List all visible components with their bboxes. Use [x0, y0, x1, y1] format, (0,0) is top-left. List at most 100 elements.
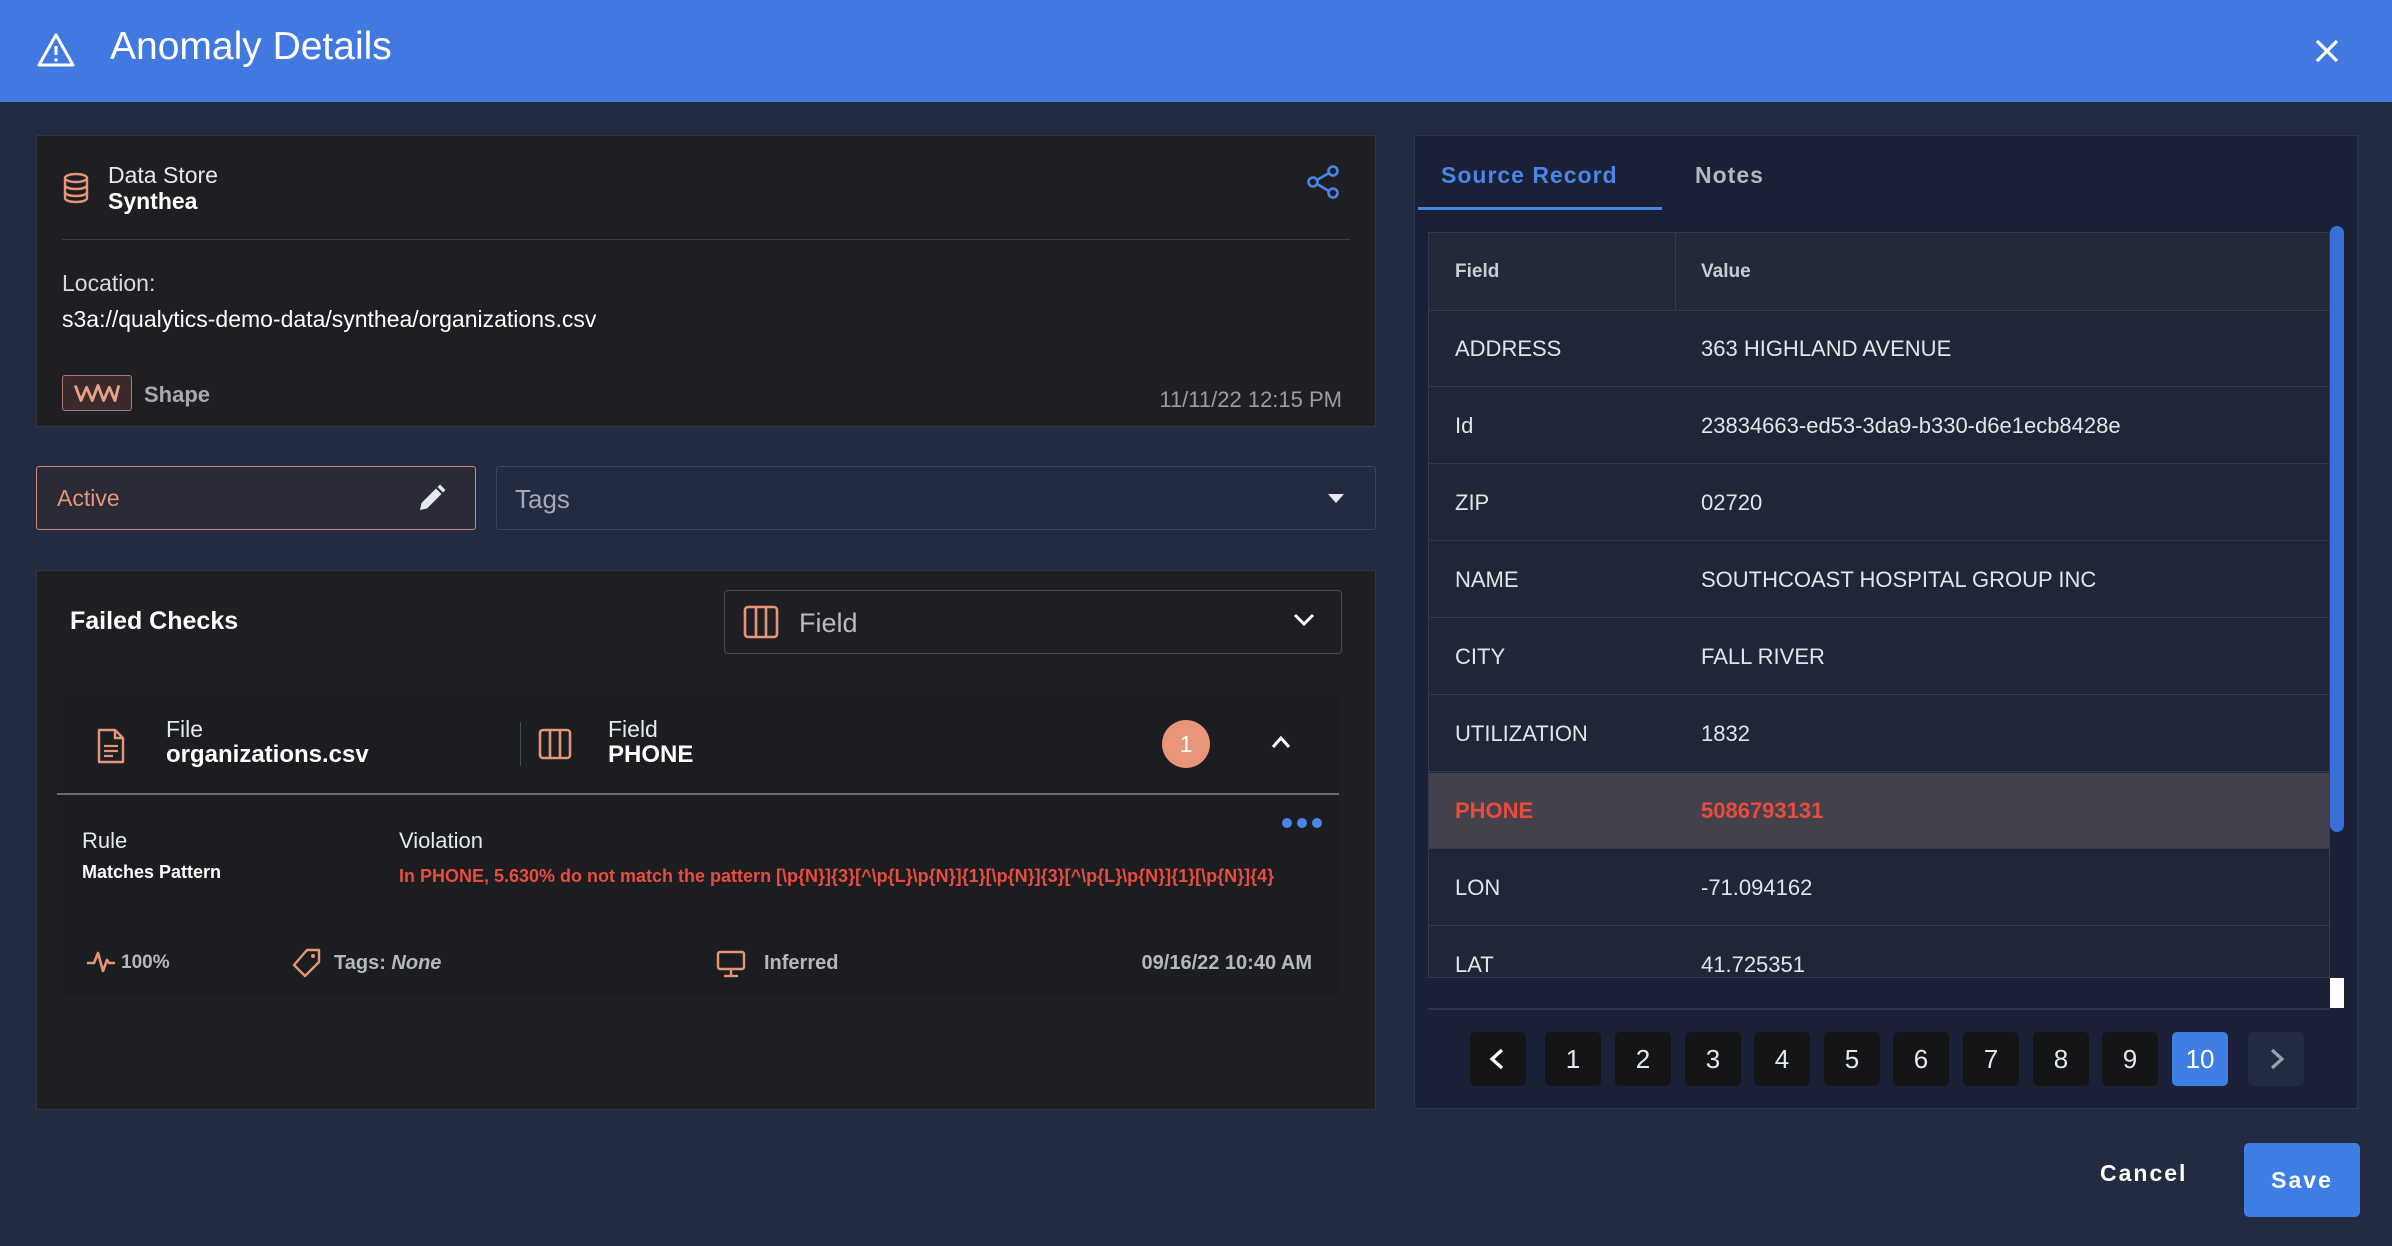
cell-field: UTILIZATION — [1455, 721, 1588, 746]
group-by-value: Field — [799, 608, 858, 638]
tag-icon — [292, 948, 321, 978]
file-label: File — [166, 716, 204, 742]
caret-down-icon — [1328, 494, 1344, 503]
field-value: PHONE — [608, 741, 694, 768]
table-row: UTILIZATION 1832 — [1429, 696, 2329, 772]
cell-value: -71.094162 — [1701, 875, 1813, 900]
tags-select[interactable]: Tags — [496, 466, 1376, 530]
horizontal-scrollbar-track[interactable] — [1428, 1008, 2330, 1010]
card-header-separator — [520, 722, 521, 766]
page-button-8[interactable]: 8 — [2033, 1032, 2089, 1086]
cell-value: 1832 — [1701, 721, 1750, 746]
close-icon[interactable] — [2310, 34, 2344, 68]
group-by-select[interactable]: Field — [724, 590, 1342, 654]
tab-source-record[interactable]: Source Record — [1441, 162, 1618, 189]
cell-field: ADDRESS — [1455, 336, 1562, 361]
check-tags: Tags: None — [334, 952, 441, 975]
database-icon — [63, 172, 89, 204]
page-button-1[interactable]: 1 — [1545, 1032, 1601, 1086]
monitor-icon — [716, 950, 746, 978]
page-button-6[interactable]: 6 — [1893, 1032, 1949, 1086]
cell-field: CITY — [1455, 644, 1506, 669]
pulse-icon — [87, 951, 115, 973]
cell-value: 41.725351 — [1701, 952, 1805, 977]
pencil-icon[interactable] — [415, 483, 447, 515]
coverage-value: 100% — [121, 952, 170, 973]
chevron-right-icon — [2270, 1048, 2285, 1070]
shape-icon — [62, 375, 132, 411]
columns-icon — [743, 605, 779, 639]
page-button-3[interactable]: 3 — [1685, 1032, 1741, 1086]
datastore-name: Synthea — [108, 188, 198, 214]
check-source: Inferred — [764, 952, 839, 974]
violation-label: Violation — [399, 828, 483, 853]
page-button-4[interactable]: 4 — [1754, 1032, 1810, 1086]
datastore-divider — [62, 239, 1350, 240]
previous-page-button[interactable] — [1470, 1032, 1526, 1086]
more-options-icon[interactable] — [1280, 816, 1324, 830]
warning-icon — [37, 33, 75, 67]
cell-value: 23834663-ed53-3da9-b330-d6e1ecb8428e — [1701, 413, 2121, 438]
field-label: Field — [608, 716, 658, 742]
column-divider — [1675, 233, 1676, 311]
page-button-9[interactable]: 9 — [2102, 1032, 2158, 1086]
cell-field: NAME — [1455, 567, 1519, 592]
cell-field: LON — [1455, 875, 1501, 900]
table-row: ZIP 02720 — [1429, 465, 2329, 541]
cell-value: 363 HIGHLAND AVENUE — [1701, 336, 1952, 361]
rule-label: Rule — [82, 828, 128, 853]
cell-field: ZIP — [1455, 490, 1490, 515]
table-row: NAME SOUTHCOAST HOSPITAL GROUP INC — [1429, 542, 2329, 618]
active-tab-indicator — [1418, 207, 1662, 210]
location-label: Location: — [62, 270, 156, 296]
cell-value: 02720 — [1701, 490, 1763, 515]
save-button[interactable]: Save — [2244, 1143, 2360, 1217]
count-badge: 1 — [1162, 720, 1210, 768]
dialog-header: Anomaly Details — [0, 0, 2392, 102]
violation-value: In PHONE, 5.630% do not match the patter… — [399, 866, 1275, 886]
chevron-down-icon — [1293, 613, 1315, 627]
check-timestamp: 09/16/22 10:40 AM — [1141, 952, 1312, 974]
table-row: Id 23834663-ed53-3da9-b330-d6e1ecb8428e — [1429, 388, 2329, 464]
datastore-label: Data Store — [108, 162, 218, 188]
page-button-5[interactable]: 5 — [1824, 1032, 1880, 1086]
datastore-panel — [36, 135, 1376, 427]
shape-label: Shape — [144, 382, 211, 407]
cell-value: 5086793131 — [1701, 798, 1824, 823]
file-icon — [97, 728, 125, 764]
cell-value: SOUTHCOAST HOSPITAL GROUP INC — [1701, 567, 2097, 592]
next-page-button[interactable] — [2248, 1032, 2304, 1086]
page-button-2[interactable]: 2 — [1615, 1032, 1671, 1086]
horizontal-scrollbar-thumb[interactable] — [2330, 978, 2344, 1008]
vertical-scrollbar[interactable] — [2330, 226, 2344, 832]
status-field[interactable]: Active — [36, 466, 476, 530]
page-button-7[interactable]: 7 — [1963, 1032, 2019, 1086]
file-value: organizations.csv — [166, 741, 369, 768]
cell-field: Id — [1455, 413, 1474, 438]
check-tags-label: Tags: — [334, 952, 386, 974]
column-header-field: Field — [1455, 261, 1500, 282]
table-row: CITY FALL RIVER — [1429, 619, 2329, 695]
page-button-10[interactable]: 10 — [2172, 1032, 2228, 1086]
share-icon[interactable] — [1306, 164, 1340, 200]
tab-notes[interactable]: Notes — [1695, 162, 1764, 189]
failed-checks-title: Failed Checks — [70, 607, 239, 635]
table-row-highlighted: PHONE 5086793131 — [1429, 773, 2329, 849]
cell-field: LAT — [1455, 952, 1494, 977]
table-row: ADDRESS 363 HIGHLAND AVENUE — [1429, 311, 2329, 387]
cell-field: PHONE — [1455, 798, 1534, 823]
card-header-divider — [57, 793, 1339, 795]
location-value: s3a://qualytics-demo-data/synthea/organi… — [62, 306, 597, 332]
chevron-up-icon[interactable] — [1270, 734, 1292, 750]
table-row: LAT 41.725351 — [1429, 927, 2329, 977]
check-tags-value: None — [391, 952, 442, 974]
cancel-button[interactable]: Cancel — [2100, 1160, 2187, 1187]
columns-icon — [538, 728, 572, 760]
chevron-left-icon — [1489, 1048, 1504, 1070]
tags-placeholder: Tags — [515, 484, 570, 514]
rule-value: Matches Pattern — [82, 862, 222, 882]
source-record-table: Field Value ADDRESS 363 HIGHLAND AVENUE I… — [1428, 232, 2330, 978]
status-value: Active — [57, 485, 120, 511]
table-header: Field Value — [1429, 233, 2329, 311]
column-header-value: Value — [1701, 261, 1751, 282]
